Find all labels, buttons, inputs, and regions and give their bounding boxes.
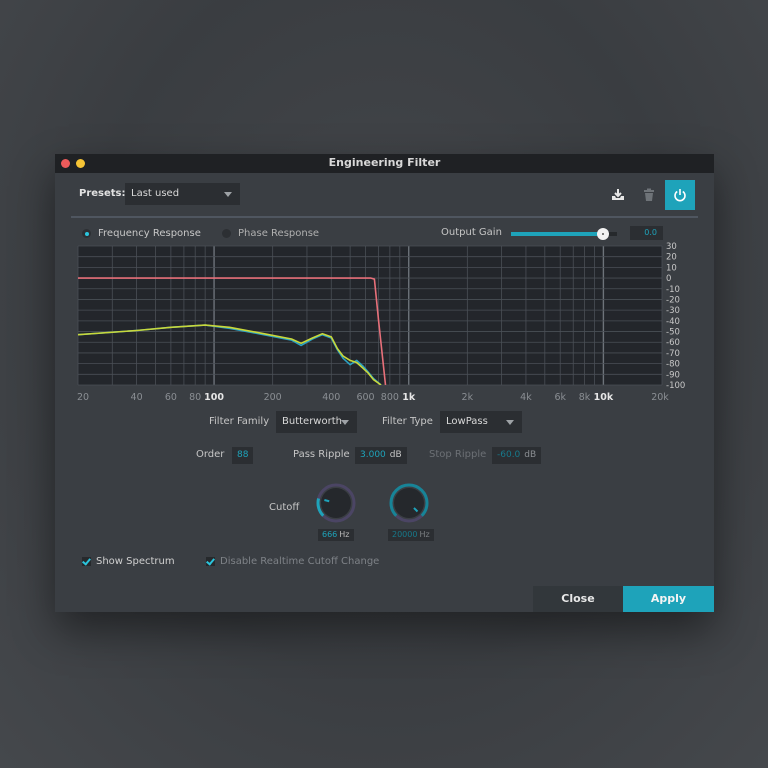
show-spectrum-label: Show Spectrum [96, 556, 175, 567]
disable-realtime-label: Disable Realtime Cutoff Change [220, 556, 380, 567]
order-input[interactable]: 88 [232, 447, 254, 464]
show-spectrum-checkbox[interactable]: Show Spectrum [82, 556, 175, 567]
knob-body [394, 488, 424, 518]
y-tick-label: -80 [666, 360, 680, 370]
stop-ripple-unit: dB [524, 450, 537, 460]
filter-family-dropdown[interactable]: Butterworth [276, 411, 357, 433]
pass-ripple-label: Pass Ripple [293, 449, 350, 460]
cutoff-knob[interactable] [315, 482, 357, 524]
y-tick-label: -100 [666, 381, 685, 391]
checkmark-icon [206, 557, 215, 566]
close-button[interactable]: Close [533, 586, 623, 612]
stop-ripple-input: -60.0 dB [492, 447, 542, 464]
y-tick-label: -50 [666, 328, 680, 338]
upper-cutoff-unit: Hz [419, 530, 430, 539]
apply-button[interactable]: Apply [623, 586, 714, 612]
filter-type-label: Filter Type [382, 416, 433, 427]
engineering-filter-dialog: Engineering Filter Presets: Last used Fr… [55, 154, 714, 612]
filter-type-value: LowPass [446, 416, 488, 427]
x-tick-label: 80 [189, 392, 201, 403]
disable-realtime-checkbox[interactable]: Disable Realtime Cutoff Change [206, 556, 379, 567]
x-tick-label: 40 [131, 392, 143, 403]
stop-ripple-value: -60.0 [497, 450, 521, 460]
upper-cutoff-value: 20000 [392, 530, 418, 539]
knob-body [321, 488, 351, 518]
pass-ripple-value: 3.000 [360, 450, 386, 460]
y-tick-label: -60 [666, 338, 680, 348]
x-tick-label: 1k [402, 392, 416, 403]
y-tick-label: -90 [666, 370, 680, 380]
chart-svg: 3020100-10-20-30-40-50-60-70-80-90-10020… [77, 242, 685, 403]
x-tick-label: 400 [322, 392, 340, 403]
x-tick-label: 100 [204, 392, 224, 403]
plot-area [78, 246, 662, 385]
x-tick-label: 8k [579, 392, 591, 403]
y-tick-label: 10 [666, 263, 677, 273]
y-tick-label: 30 [666, 242, 677, 252]
x-tick-label: 4k [520, 392, 532, 403]
y-tick-label: -70 [666, 349, 680, 359]
order-label: Order [196, 449, 225, 460]
x-tick-label: 2k [462, 392, 474, 403]
cutoff-value-field[interactable]: 666 Hz [318, 529, 354, 541]
y-tick-label: 20 [666, 253, 677, 263]
y-tick-label: -20 [666, 295, 680, 305]
x-tick-label: 60 [165, 392, 177, 403]
filter-type-dropdown[interactable]: LowPass [440, 411, 522, 433]
pass-ripple-unit: dB [389, 450, 402, 460]
knob-indicator [324, 499, 330, 503]
chevron-down-icon [506, 420, 514, 425]
filter-family-value: Butterworth [282, 416, 342, 427]
checkmark-icon [82, 557, 91, 566]
x-tick-label: 20k [651, 392, 669, 403]
order-value: 88 [237, 450, 249, 460]
y-tick-label: -10 [666, 285, 680, 295]
cutoff-value: 666 [322, 530, 338, 539]
x-tick-label: 20 [77, 392, 89, 403]
y-tick-label: -40 [666, 317, 680, 327]
upper-cutoff-value-field: 20000 Hz [388, 529, 434, 541]
pass-ripple-input[interactable]: 3.000 dB [355, 447, 407, 464]
chevron-down-icon [341, 420, 349, 425]
cutoff-unit: Hz [339, 530, 350, 539]
filter-family-label: Filter Family [209, 416, 270, 427]
y-tick-label: -30 [666, 306, 680, 316]
y-tick-label: 0 [666, 274, 671, 284]
x-tick-label: 200 [264, 392, 282, 403]
x-tick-label: 6k [554, 392, 566, 403]
x-tick-label: 800 [381, 392, 399, 403]
x-tick-label: 600 [356, 392, 374, 403]
stop-ripple-label: Stop Ripple [429, 449, 487, 460]
cutoff-label: Cutoff [269, 502, 300, 513]
x-tick-label: 10k [594, 392, 614, 403]
upper-cutoff-knob [389, 483, 429, 523]
